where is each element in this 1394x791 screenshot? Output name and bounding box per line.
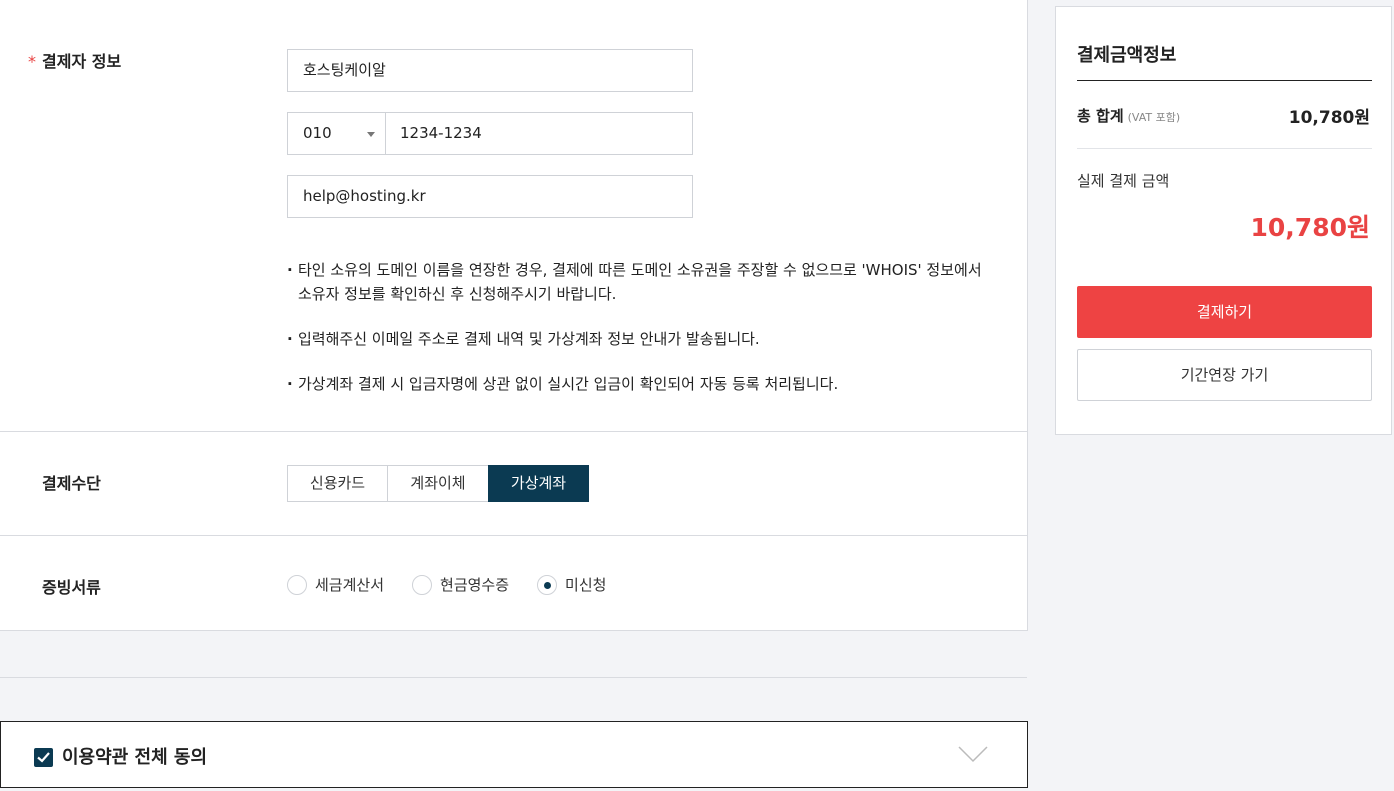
payment-method-label: 결제수단: [42, 474, 101, 493]
payer-notes: 타인 소유의 도메인 이름을 연장한 경우, 결제에 따른 도메인 소유권을 주…: [287, 258, 987, 417]
summary-divider: [1077, 80, 1372, 81]
radio-cash-receipt[interactable]: 현금영수증: [412, 574, 509, 595]
payment-method-section: 결제수단 신용카드 계좌이체 가상계좌: [0, 432, 1027, 536]
summary-title: 결제금액정보: [1077, 45, 1177, 66]
total-label: 총 합계 (VAT 포함): [1077, 107, 1181, 125]
payer-info-label: * 결제자 정보: [28, 52, 122, 71]
extend-period-button[interactable]: 기간연장 가기: [1077, 349, 1372, 401]
terms-agreement-label: 이용약관 전체 동의: [62, 747, 208, 768]
pay-button[interactable]: 결제하기: [1077, 286, 1372, 338]
note-item: 타인 소유의 도메인 이름을 연장한 경우, 결제에 따른 도메인 소유권을 주…: [287, 258, 987, 306]
radio-not-requested[interactable]: 미신청: [537, 574, 606, 595]
radio-circle-icon: [287, 574, 307, 595]
note-item: 가상계좌 결제 시 입금자명에 상관 없이 실시간 입금이 확인되어 자동 등록…: [287, 372, 987, 396]
payer-name-input[interactable]: 호스팅케이알: [287, 49, 693, 92]
actual-amount: 10,780원: [1250, 213, 1370, 242]
chevron-down-icon[interactable]: [957, 744, 989, 768]
method-virtual-account[interactable]: 가상계좌: [488, 465, 589, 502]
method-bank-transfer[interactable]: 계좌이체: [387, 465, 489, 502]
payment-summary-panel: 결제금액정보 총 합계 (VAT 포함) 10,780원 실제 결제 금액 10,…: [1055, 6, 1392, 435]
order-form: * 결제자 정보 호스팅케이알 010 1234-1234 help@hostin…: [0, 0, 1028, 631]
phone-prefix-select[interactable]: 010: [287, 112, 386, 155]
terms-agreement-bar[interactable]: 이용약관 전체 동의: [0, 721, 1028, 788]
proof-document-section: 증빙서류 세금계산서 현금영수증 미신청: [0, 536, 1027, 630]
radio-circle-icon: [412, 574, 433, 595]
radio-checked-icon: [537, 574, 558, 595]
caret-down-icon: [367, 132, 375, 137]
proof-radio-group: 세금계산서 현금영수증 미신청: [287, 574, 634, 595]
total-amount: 10,780원: [1288, 108, 1370, 128]
method-credit-card[interactable]: 신용카드: [287, 465, 388, 502]
required-mark: *: [28, 52, 36, 71]
section-divider: [0, 677, 1027, 678]
actual-amount-label: 실제 결제 금액: [1077, 172, 1170, 190]
payer-info-section: * 결제자 정보 호스팅케이알 010 1234-1234 help@hostin…: [0, 0, 1027, 432]
proof-document-label: 증빙서류: [42, 578, 101, 597]
radio-tax-invoice[interactable]: 세금계산서: [287, 574, 384, 595]
vat-note: (VAT 포함): [1127, 111, 1181, 124]
note-item: 입력해주신 이메일 주소로 결제 내역 및 가상계좌 정보 안내가 발송됩니다.: [287, 327, 987, 351]
phone-number-input[interactable]: 1234-1234: [385, 112, 693, 155]
email-input[interactable]: help@hosting.kr: [287, 175, 693, 218]
payment-method-tabs: 신용카드 계좌이체 가상계좌: [287, 465, 589, 502]
checkbox-checked-icon[interactable]: [34, 748, 53, 767]
summary-divider: [1077, 148, 1372, 149]
